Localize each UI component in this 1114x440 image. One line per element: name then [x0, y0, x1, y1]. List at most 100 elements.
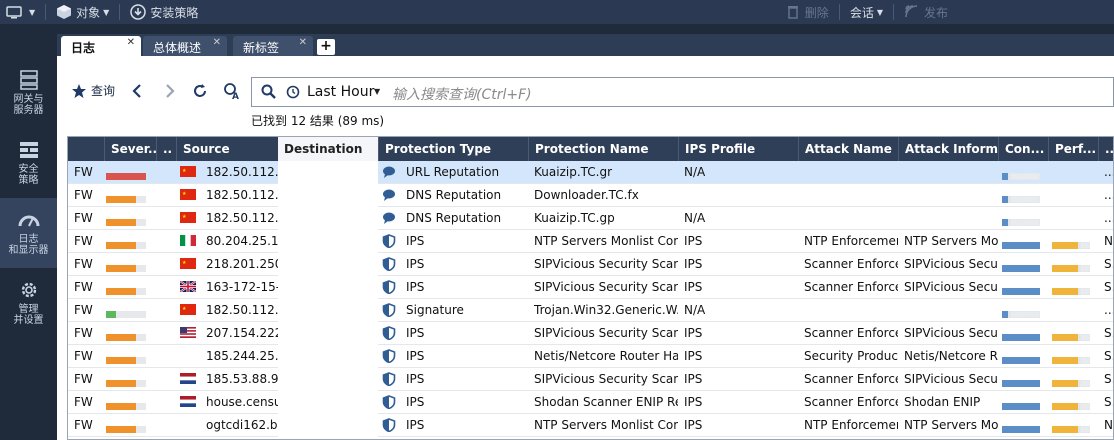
cell-more: S.: [1104, 372, 1113, 386]
column-header-blade[interactable]: [68, 137, 104, 161]
toolbar-divider: [892, 4, 894, 20]
severity-indicator: [106, 330, 146, 341]
cell-attack-info: Shodan ENIP: [904, 395, 981, 409]
app-menu-button[interactable]: ▼: [0, 0, 41, 24]
add-tab-button[interactable]: +: [317, 39, 335, 55]
column-header-attack[interactable]: Attack Name: [798, 137, 898, 161]
sidebar-label: 日志: [18, 234, 39, 245]
objects-menu-button[interactable]: 对象 ▼: [50, 0, 115, 24]
close-icon[interactable]: ✕: [299, 37, 307, 48]
cell-blade: FW: [74, 234, 93, 248]
chevron-down-icon: ▼: [29, 7, 36, 17]
chevron-down-icon[interactable]: ▼: [374, 87, 380, 96]
cell-ptype: IPS: [406, 234, 425, 248]
cell-source: 163-172-15-1...: [206, 280, 278, 294]
perf-bar: [1052, 264, 1091, 273]
table-row[interactable]: FW ★ 218.201.250.... IPS SIPVicious Security…: [68, 253, 1113, 276]
cell-blade: FW: [74, 418, 93, 432]
close-icon[interactable]: ✕: [213, 37, 221, 48]
sidebar-item-gateways[interactable]: 网关与 服务器: [0, 58, 57, 128]
table-row[interactable]: FW 80.204.25.18... IPS NTP Servers Monlist …: [68, 230, 1113, 253]
column-header-ptype[interactable]: Protection Type: [378, 137, 528, 161]
column-header-con[interactable]: Con...: [998, 137, 1048, 161]
tab-logs[interactable]: 日志 ✕: [61, 36, 141, 56]
table-row[interactable]: FW ★ 182.50.112.198 URL Reputation Kuaizip.T…: [68, 161, 1113, 184]
cell-more: S.: [1104, 349, 1113, 363]
install-policy-button[interactable]: 安装策略: [124, 0, 204, 24]
back-button[interactable]: [127, 80, 147, 102]
sidebar-item-security-policies[interactable]: 安全 策略: [0, 128, 57, 198]
cell-pname: SIPVicious Security Scanner: [534, 326, 678, 340]
svg-text:★: ★: [182, 191, 187, 197]
cell-more: ...: [1104, 165, 1113, 179]
column-header-pname[interactable]: Protection Name: [528, 137, 678, 161]
query-label: 查询: [91, 84, 116, 98]
table-row[interactable]: FW 185.244.25.122 IPS Netis/Netcore Router …: [68, 345, 1113, 368]
table-row[interactable]: FW 185.53.88.97 IPS SIPVicious Security Sca…: [68, 368, 1113, 391]
install-policy-label: 安装策略: [150, 5, 199, 20]
table-row[interactable]: FW house.censu... IPS Shodan Scanner ENIP R…: [68, 391, 1113, 414]
flag-cn-icon: ★: [180, 212, 196, 223]
cell-profile: N/A: [684, 303, 706, 317]
cell-source: house.censu...: [206, 395, 278, 409]
column-header-source[interactable]: Source: [176, 137, 278, 161]
table-row[interactable]: FW 163-172-15-1... IPS SIPVicious Security …: [68, 276, 1113, 299]
flag-cn-icon: ★: [180, 166, 196, 177]
table-row[interactable]: FW ogtcdi162.bipai... IPS NTP Servers Monli…: [68, 414, 1113, 437]
cell-pname: NTP Servers Monlist Com...: [534, 418, 678, 432]
refresh-button[interactable]: [190, 80, 210, 102]
column-header-attack-info[interactable]: Attack Inform...: [898, 137, 998, 161]
severity-indicator: [106, 238, 146, 249]
table-row[interactable]: FW 207.154.222.... IPS SIPVicious Security …: [68, 322, 1113, 345]
cell-attack: Scanner Enforce...: [804, 257, 898, 271]
publish-button[interactable]: 发布: [898, 0, 954, 24]
sidebar-item-manage-settings[interactable]: 管理 并设置: [0, 268, 57, 338]
publish-label: 发布: [923, 5, 948, 20]
time-range-select[interactable]: Last Hour: [307, 84, 374, 100]
refresh-icon: [194, 84, 206, 97]
tab-bar: 日志 ✕ 总体概述 ✕ 新标签 ✕ +: [57, 34, 1114, 56]
confidence-indicator: [1002, 215, 1041, 227]
cell-pname: Downloader.TC.fx: [534, 188, 639, 202]
flag-it-icon: [180, 235, 196, 246]
sidebar-label: 安全: [18, 164, 39, 175]
column-header-profile[interactable]: IPS Profile: [678, 137, 798, 161]
policy-icon: [19, 142, 38, 158]
search-box[interactable]: Last Hour ▼ 输入搜索查询(Ctrl+F): [251, 77, 1114, 107]
cell-attack: [798, 207, 898, 230]
star-icon: [72, 83, 86, 98]
cell-attack: [798, 161, 898, 184]
session-menu-button[interactable]: 会话 ▼: [844, 0, 889, 24]
close-icon[interactable]: ✕: [127, 37, 135, 48]
column-header-perf[interactable]: Perf...: [1048, 137, 1098, 161]
speech-bubble-icon: [382, 165, 396, 179]
column-header-dot[interactable]: ..: [156, 137, 176, 161]
query-button[interactable]: 查询: [71, 82, 115, 99]
delete-button[interactable]: 删除: [779, 0, 835, 24]
table-row[interactable]: FW ★ 182.50.112.198 DNS Reputation Downloade…: [68, 184, 1113, 207]
sidebar-item-logs[interactable]: 日志 和显示器: [0, 198, 57, 268]
table-row[interactable]: FW ★ 182.50.112.198 DNS Reputation Kuaizip.T…: [68, 207, 1113, 230]
tab-new[interactable]: 新标签 ✕: [233, 36, 313, 56]
search-input[interactable]: 输入搜索查询(Ctrl+F): [392, 84, 532, 104]
cell-source: 218.201.250....: [206, 257, 278, 271]
con-bar: [1002, 195, 1041, 204]
chevron-left-icon: [132, 84, 141, 98]
column-header-sev[interactable]: Sever...: [104, 137, 156, 161]
forward-button[interactable]: [160, 80, 180, 102]
confidence-indicator: [1002, 284, 1040, 295]
confidence-indicator: [1002, 169, 1041, 181]
tab-overview[interactable]: 总体概述 ✕: [143, 36, 227, 56]
column-header-more[interactable]: ..: [1098, 137, 1113, 161]
table-row[interactable]: FW ★ 182.50.112.198 Signature Trojan.Win32.G…: [68, 299, 1113, 322]
shield-icon: [382, 257, 396, 272]
install-icon: [130, 4, 147, 20]
tab-label: 日志: [71, 41, 96, 55]
log-table: Sever.....SourceProtection TypeProtectio…: [67, 136, 1114, 440]
search-options-button[interactable]: A: [223, 80, 243, 102]
cell-profile: IPS: [684, 372, 703, 386]
column-header-destination[interactable]: Destination: [278, 137, 378, 161]
performance-indicator: [1052, 330, 1091, 342]
flag-cn-icon: ★: [180, 304, 196, 315]
publish-icon: [905, 5, 918, 18]
